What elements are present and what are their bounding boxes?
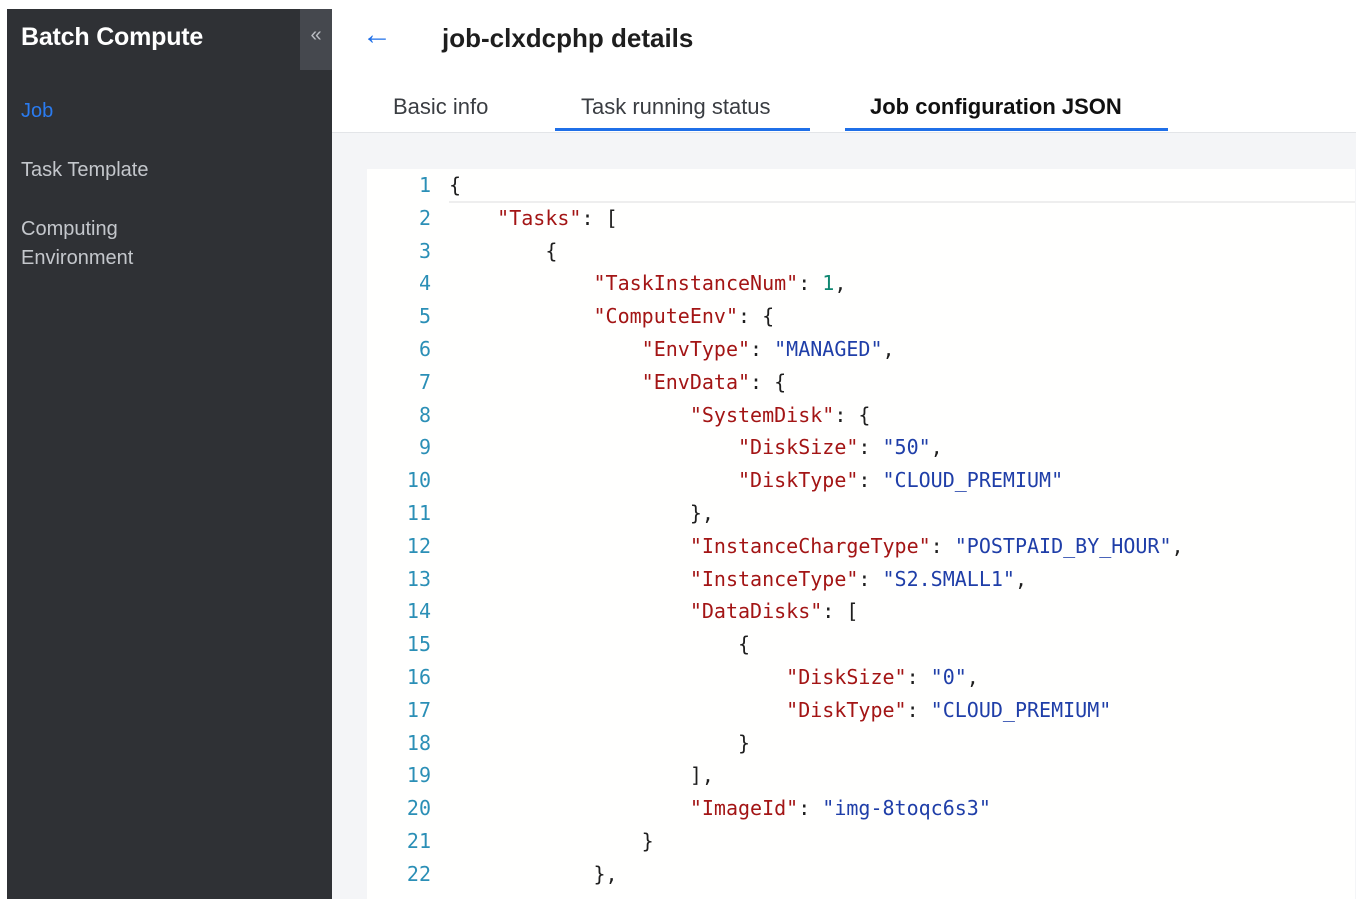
sidebar-item-job[interactable]: Job [21,97,53,126]
code-text: "DataDisks": [ [689,599,859,624]
back-arrow-icon[interactable]: ← [362,20,392,50]
line-number: 3 [418,238,431,263]
line-number: 22 [406,861,431,886]
tab-job-configuration-json[interactable]: Job configuration JSON [870,94,1122,120]
code-text: { [449,173,462,197]
line-number: 8 [418,402,431,427]
code-text: "InstanceType": "S2.SMALL1", [689,566,1027,591]
sidebar-item-computing-environment[interactable]: Computing Environment [21,215,133,273]
code-text: "TaskInstanceNum": 1, [593,271,847,296]
code-text: } [641,829,654,853]
line-number: 18 [406,730,431,755]
line-number: 13 [406,566,431,591]
code-text: "DiskSize": "0", [786,665,979,689]
page-title: job-clxdcphp details [442,23,694,53]
line-number: 9 [418,435,431,460]
line-number: 15 [406,632,431,657]
code-text: }, [593,861,618,886]
sidebar-item-label: Environment [21,247,134,269]
page-header: ← job-clxdcphp details Basic info Task r… [332,9,1356,133]
tab-task-running-status[interactable]: Task running status [581,94,771,120]
code-text: } [737,730,751,755]
code-text: "Tasks": [ [497,205,618,230]
line-number: 2 [418,205,431,230]
line-number: 21 [406,829,431,853]
tab-basic-info[interactable]: Basic info [393,94,488,120]
code-text: "SystemDisk": { [689,402,871,427]
app-title: Batch Compute [21,23,204,51]
json-code-editor[interactable]: 1 {2 "Tasks": [ 3 {4 "TaskInstanceNum": 1,… [367,169,1355,899]
line-number: 19 [406,763,431,788]
tab-underline [555,128,810,131]
line-number: 7 [418,369,431,394]
sidebar: Batch Compute « Job Task Template Comput… [7,9,332,899]
line-number: 20 [406,796,431,821]
line-number: 6 [418,337,431,361]
line-number: 11 [406,501,431,525]
sidebar-item-task-template[interactable]: Task Template [21,156,148,185]
collapse-sidebar-icon[interactable]: « [300,9,332,70]
code-text: "EnvType": "MANAGED", [641,337,895,361]
code-text: ], [689,763,714,788]
line-number: 14 [406,599,431,624]
line-number: 10 [406,468,431,493]
code-text: "InstanceChargeType": "POSTPAID_BY_HOUR"… [689,533,1184,558]
line-number: 4 [418,271,431,296]
code-text: }, [689,501,714,525]
line-number: 16 [406,665,431,689]
code-text: "EnvData": { [641,369,787,394]
tab-underline-active [845,128,1168,131]
code-text: { [545,238,558,263]
code-text: "DiskType": "CLOUD_PREMIUM" [737,468,1064,493]
code-text: "DiskType": "CLOUD_PREMIUM" [786,697,1112,722]
code-text: "DiskSize": "50", [737,435,943,460]
code-text: { [737,632,751,657]
code-text: "ImageId": "img-8toqc6s3" [689,796,991,821]
code-text: "ComputeEnv": { [593,304,775,329]
line-number: 12 [406,533,431,558]
line-number: 5 [418,304,431,329]
line-number: 1 [418,173,431,197]
current-line-highlight [449,169,1355,203]
line-number: 17 [406,697,431,722]
sidebar-item-label: Computing [21,218,118,240]
